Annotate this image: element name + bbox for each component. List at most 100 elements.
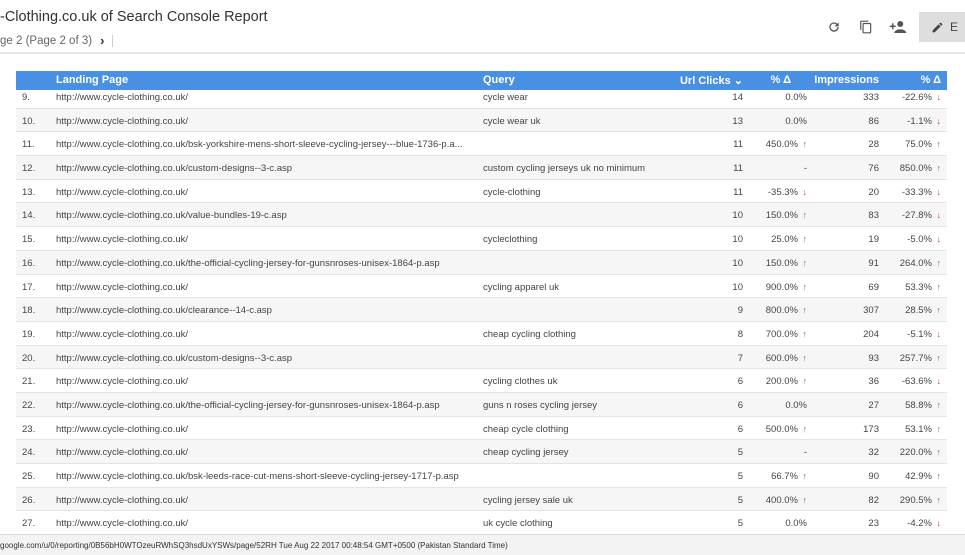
impressions-cell: 82 [868,494,879,506]
impressions-delta-cell: 850.0% [899,163,932,175]
clicks-delta-cell: - [803,447,807,459]
impressions-delta-cell: 290.5% [899,494,932,506]
url-clicks-cell: 5 [737,494,743,506]
landing-page-cell: http://www.cycle-clothing.co.uk/clearanc… [56,305,272,317]
landing-page-cell: http://www.cycle-clothing.co.uk/the-offi… [56,399,440,411]
arrow-down-icon: ↓ [936,115,942,126]
results-table: 9. http://www.cycle-clothing.co.uk/cycle … [16,71,947,531]
edit-label: E [950,20,959,34]
clicks-delta-cell: - [803,163,807,175]
url-clicks-cell: 10 [732,281,743,293]
arrow-down-icon: ↓ [802,186,808,197]
impressions-cell: 20 [868,186,879,198]
row-number: 12. [22,163,36,175]
query-cell: uk cycle clothing [483,518,553,530]
arrow-up-icon: ↑ [802,471,808,481]
refresh-icon[interactable] [823,16,845,38]
report-title: -Clothing.co.uk of Search Console Report [0,9,268,25]
landing-page-cell: http://www.cycle-clothing.co.uk/custom-d… [56,163,293,175]
row-number: 14. [22,210,36,222]
row-number: 11. [22,139,35,151]
arrow-down-icon: ↓ [936,186,942,197]
clicks-delta-cell: 600.0% [765,352,798,364]
clicks-delta-cell: 700.0% [765,328,798,340]
table-row: 20. http://www.cycle-clothing.co.uk/custo… [16,345,947,370]
table-row: 26. http://www.cycle-clothing.co.uk/cycli… [16,487,947,512]
clicks-delta-cell: 200.0% [765,376,798,388]
query-cell: cycle-clothing [483,186,541,198]
arrow-up-icon: ↑ [936,281,942,292]
table-row: 17. http://www.cycle-clothing.co.uk/cycli… [16,274,947,299]
arrow-up-icon: ↑ [936,423,942,434]
arrow-up-icon: ↑ [802,376,808,387]
table-row: 15. http://www.cycle-clothing.co.uk/cycle… [16,227,947,251]
clicks-delta-cell: 0.0% [785,399,807,411]
table-row: 23. http://www.cycle-clothing.co.uk/cheap… [16,416,947,441]
url-clicks-cell: 11 [733,139,743,151]
arrow-up-icon: ↑ [802,305,808,316]
impressions-delta-cell: -27.8% [901,210,932,222]
table-row: 11. http://www.cycle-clothing.co.uk/bsk-y… [16,132,947,157]
url-clicks-cell: 9 [737,305,743,317]
clicks-delta-cell: 150.0% [765,210,798,222]
arrow-up-icon: ↑ [936,352,942,363]
landing-page-cell: http://www.cycle-clothing.co.uk/ [56,92,188,103]
table-row: 16. http://www.cycle-clothing.co.uk/the-o… [16,250,947,275]
query-cell: cycle wear [483,92,528,103]
landing-page-cell: http://www.cycle-clothing.co.uk/ [56,281,188,293]
chevron-right-icon[interactable]: › [100,33,104,48]
arrow-down-icon: ↓ [936,92,942,102]
column-header-query[interactable]: Query [483,74,515,86]
row-number: 21. [22,376,36,388]
column-header-landing-page[interactable]: Landing Page [56,74,128,86]
query-cell: cycle wear uk [483,115,541,127]
arrow-up-icon: ↑ [936,305,942,316]
landing-page-cell: http://www.cycle-clothing.co.uk/value-bu… [56,210,287,222]
landing-page-cell: http://www.cycle-clothing.co.uk/ [56,447,188,459]
query-cell: cycling jersey sale uk [483,494,573,506]
url-clicks-cell: 7 [737,352,743,364]
impressions-cell: 173 [863,423,879,435]
arrow-up-icon: ↑ [802,328,808,339]
arrow-down-icon: ↓ [936,518,942,529]
column-header-url-clicks[interactable]: Url Clicks ⌄ [680,74,743,87]
arrow-up-icon: ↑ [936,399,942,410]
toolbar: E [823,12,965,42]
edit-button[interactable]: E [919,12,965,42]
row-number: 26. [22,494,36,506]
arrow-up-icon: ↑ [802,494,808,505]
person-add-icon[interactable] [887,16,909,38]
row-number: 19. [22,328,36,340]
table-row: 18. http://www.cycle-clothing.co.uk/clear… [16,298,947,322]
table-row: 22. http://www.cycle-clothing.co.uk/the-o… [16,392,947,417]
arrow-up-icon: ↑ [936,139,942,150]
url-clicks-cell: 6 [737,399,743,411]
landing-page-cell: http://www.cycle-clothing.co.uk/ [56,518,188,530]
row-number: 23. [22,423,36,435]
table-row: 25. http://www.cycle-clothing.co.uk/bsk-l… [16,464,947,488]
clicks-delta-cell: 900.0% [765,281,798,293]
landing-page-cell: http://www.cycle-clothing.co.uk/bsk-york… [56,139,463,151]
landing-page-cell: http://www.cycle-clothing.co.uk/ [56,423,188,435]
copy-icon[interactable] [855,16,877,38]
landing-page-cell: http://www.cycle-clothing.co.uk/ [56,494,188,506]
table-header: Landing Page Query Url Clicks ⌄ % Δ Impr… [16,71,947,90]
column-header-impressions-delta[interactable]: % Δ [921,74,941,86]
arrow-up-icon: ↑ [802,423,808,434]
column-header-impressions[interactable]: Impressions [814,74,879,86]
clicks-delta-cell: -35.3% [767,186,798,198]
column-header-clicks-delta[interactable]: % Δ [771,74,791,86]
impressions-cell: 69 [868,281,879,293]
report-header: -Clothing.co.uk of Search Console Report… [0,0,965,54]
arrow-up-icon: ↑ [936,447,942,458]
row-number: 25. [22,471,36,482]
impressions-cell: 32 [868,447,879,459]
arrow-up-icon: ↑ [802,257,808,268]
impressions-cell: 23 [868,518,879,530]
url-clicks-cell: 14 [732,92,743,103]
url-clicks-cell: 11 [733,186,743,198]
table-row: 24. http://www.cycle-clothing.co.uk/cheap… [16,440,947,464]
impressions-cell: 333 [863,92,879,103]
status-url-bar: google.com/u/0/reporting/0B56bH0WTOzeuRW… [0,534,965,555]
page-label: ge 2 (Page 2 of 3) [0,34,93,47]
